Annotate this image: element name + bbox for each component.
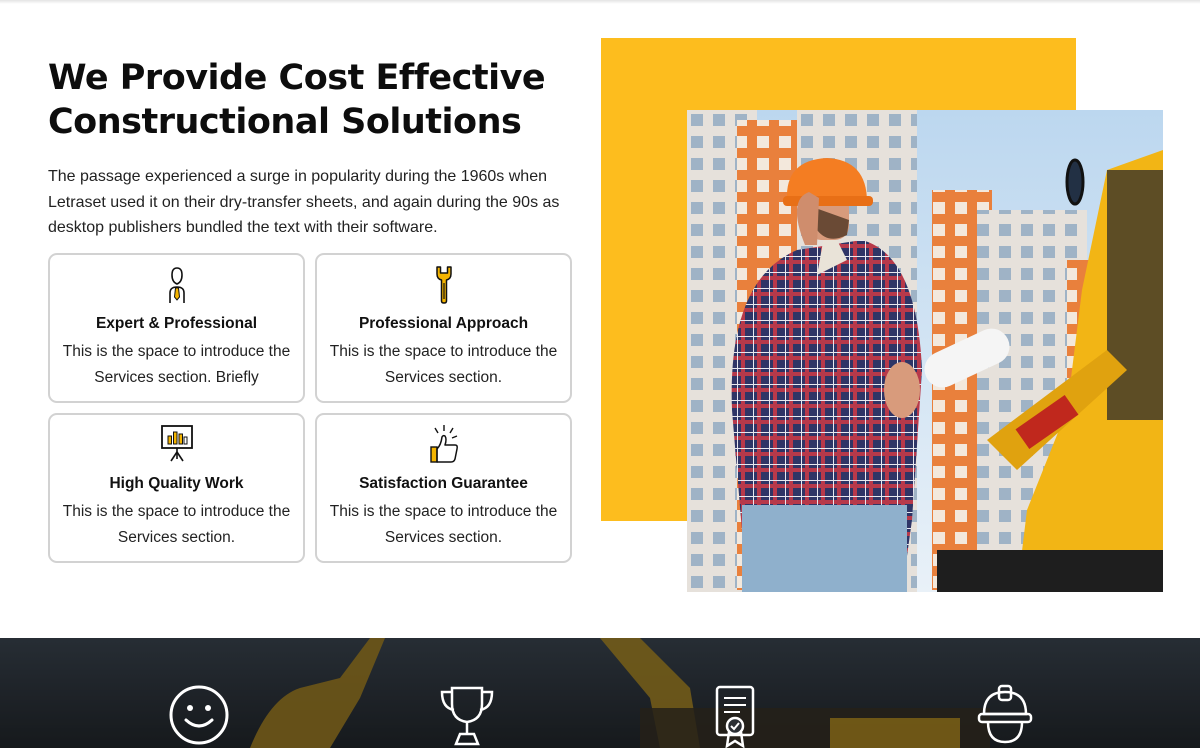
service-card-expert: Expert & Professional This is the space … [48, 253, 305, 403]
trophy-icon [440, 686, 494, 746]
card-description: This is the space to introduce the Servi… [329, 503, 558, 546]
smiley-icon [169, 685, 229, 745]
section-heading: We Provide Cost Effective Constructional… [48, 56, 588, 144]
heading-line-1: We Provide Cost Effective [48, 58, 546, 98]
service-card-quality: High Quality Work This is the space to i… [48, 413, 305, 563]
wrench-icon [435, 266, 452, 304]
card-description: This is the space to introduce the Servi… [329, 343, 558, 386]
service-card-approach: Professional Approach This is the space … [315, 253, 572, 403]
worker-photo [687, 110, 1163, 592]
stats-band [0, 638, 1200, 748]
card-title: Expert & Professional [95, 315, 258, 332]
card-title: High Quality Work [109, 475, 244, 492]
presentation-board-icon [160, 425, 193, 462]
engineer-tie-icon [168, 267, 185, 303]
card-title: Professional Approach [358, 315, 529, 332]
card-description: This is the space to introduce the Servi… [62, 503, 291, 546]
certificate-icon [715, 685, 755, 748]
header-shadow [0, 0, 1200, 4]
card-description: This is the space to introduce the Servi… [62, 343, 291, 386]
hard-hat-icon [977, 684, 1033, 744]
thumbs-up-icon [429, 425, 458, 463]
service-card-guarantee: Satisfaction Guarantee This is the space… [315, 413, 572, 563]
card-title: Satisfaction Guarantee [359, 475, 528, 492]
intro-paragraph: The passage experienced a surge in popul… [48, 168, 560, 236]
heading-line-2: Constructional Solutions [48, 102, 522, 142]
